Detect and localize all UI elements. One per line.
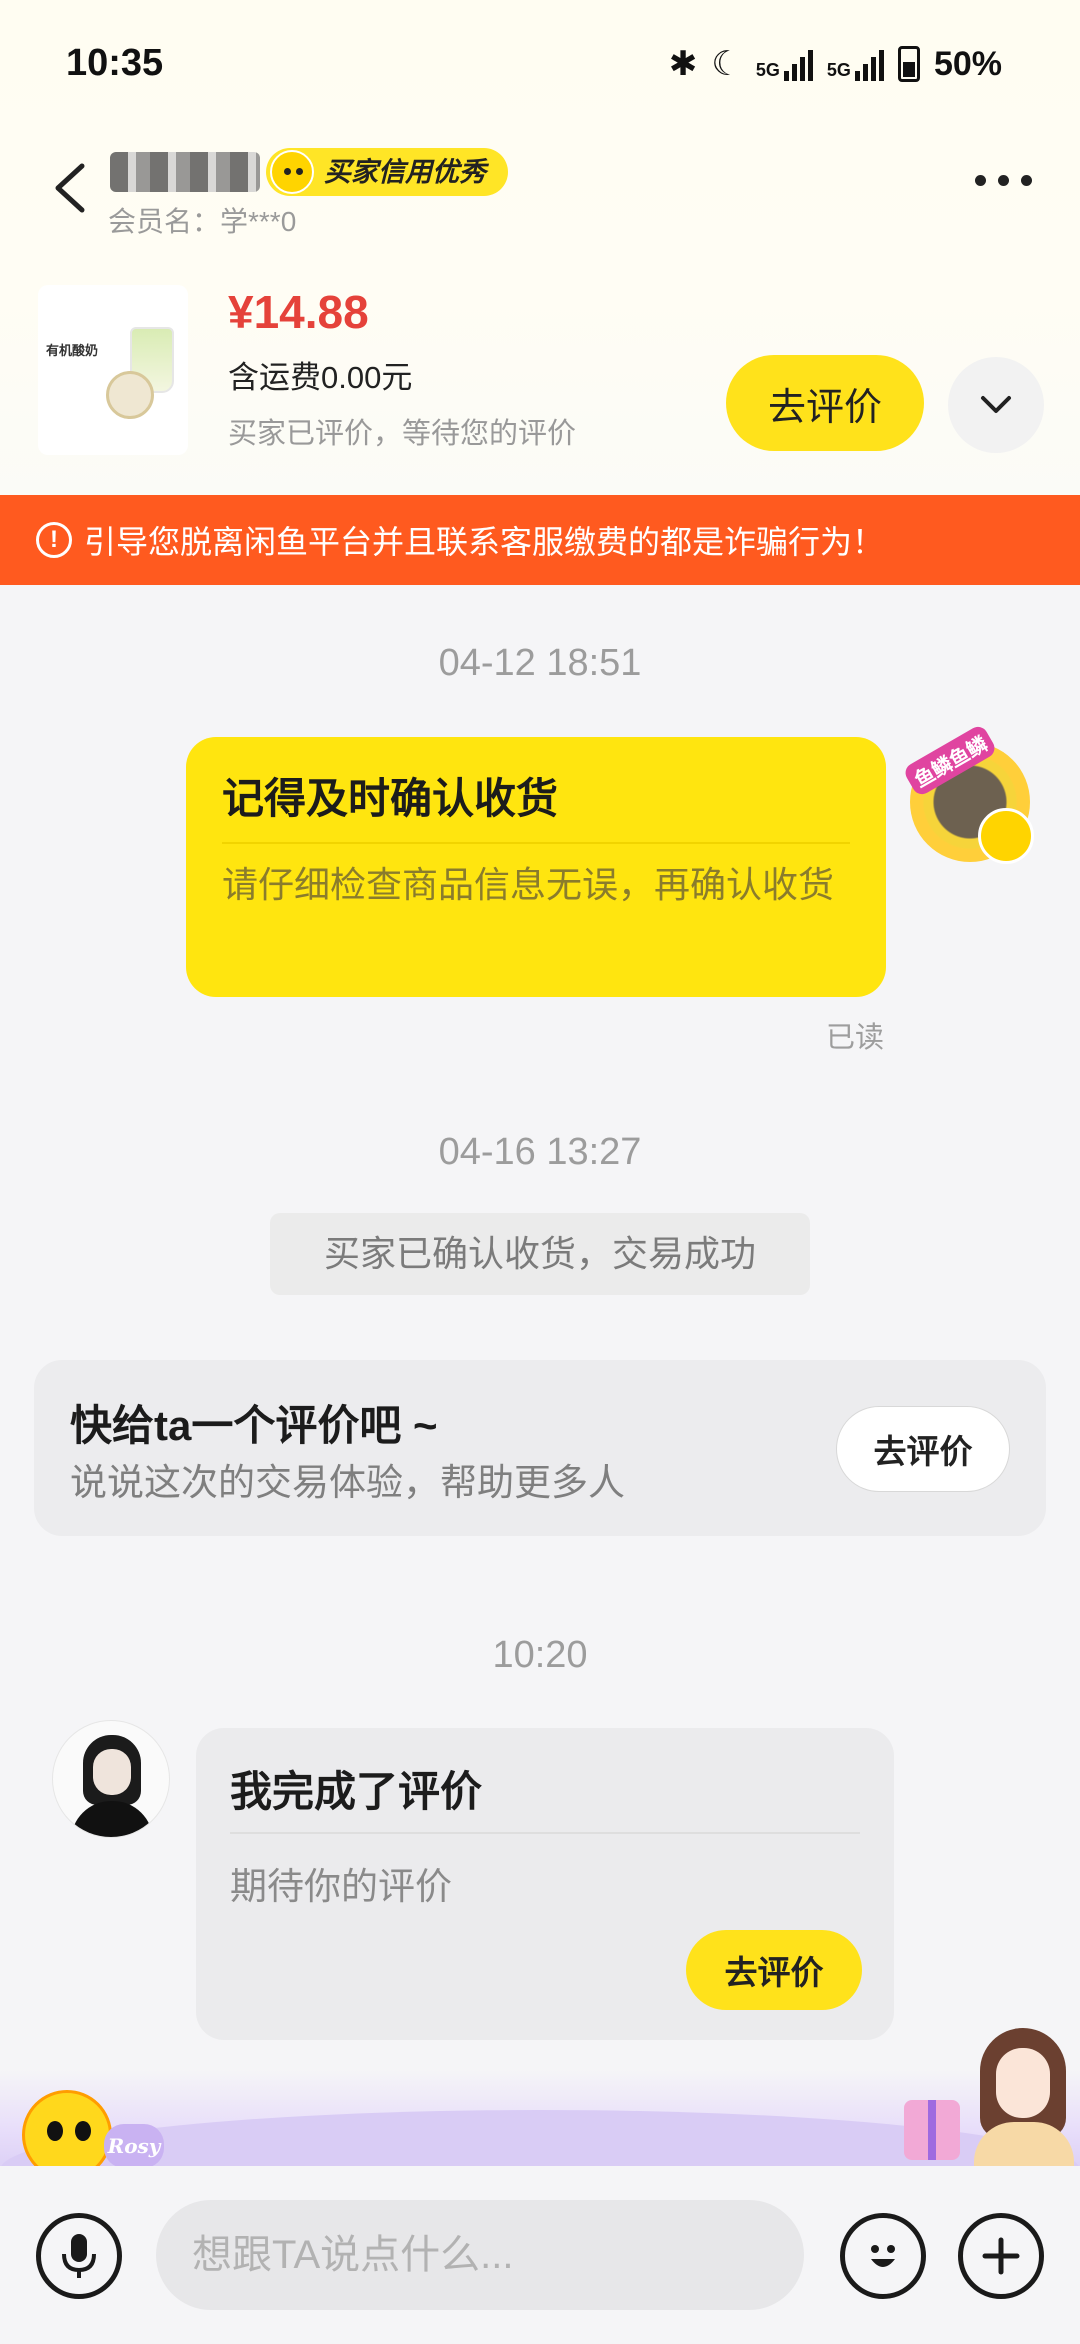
review-done-card[interactable]: 我完成了评价 期待你的评价 去评价 bbox=[196, 1728, 894, 2040]
timestamp: 10:20 bbox=[492, 1634, 588, 1676]
review-done-title: 我完成了评价 bbox=[230, 1768, 483, 1815]
back-arrow-icon[interactable] bbox=[50, 160, 90, 216]
chevron-down-icon bbox=[981, 396, 1011, 413]
review-prompt-subtitle: 说说这次的交易体验，帮助更多人 bbox=[70, 1462, 625, 1503]
gift-icon bbox=[904, 2100, 960, 2160]
review-prompt-card: 快给ta一个评价吧 ~ 说说这次的交易体验，帮助更多人 去评价 bbox=[34, 1360, 1046, 1536]
smiley-icon bbox=[871, 2245, 895, 2267]
my-avatar[interactable]: 鱼鳞鱼鳞 bbox=[901, 723, 1034, 864]
message-input[interactable] bbox=[156, 2200, 804, 2310]
expand-button[interactable] bbox=[948, 357, 1044, 453]
bluetooth-icon: ✱ bbox=[668, 45, 698, 83]
reminder-body: 请仔细检查商品信息无误，再确认收货 bbox=[222, 864, 835, 905]
product-thumbnail-text: 有机酸奶 bbox=[46, 343, 99, 358]
product-price: ¥14.88 bbox=[228, 286, 369, 338]
warning-text: 引导您脱离闲鱼平台并且联系客服缴费的都是诈骗行为！ bbox=[84, 524, 885, 560]
warning-icon: ! bbox=[36, 522, 72, 558]
review-prompt-button[interactable]: 去评价 bbox=[836, 1406, 1010, 1492]
read-receipt: 已读 bbox=[826, 1022, 885, 1054]
do-not-disturb-icon: ☾ bbox=[711, 45, 742, 83]
review-done-body: 期待你的评价 bbox=[230, 1866, 452, 1907]
plus-icon[interactable] bbox=[958, 2213, 1044, 2299]
member-name: 会员名：学***0 bbox=[108, 206, 297, 237]
avatar-frame-tag: 鱼鳞鱼鳞 bbox=[901, 723, 999, 798]
reminder-card[interactable]: 记得及时确认收货 请仔细检查商品信息无误，再确认收货 bbox=[186, 737, 886, 997]
divider bbox=[222, 842, 850, 844]
emoji-icon[interactable] bbox=[840, 2213, 926, 2299]
review-status: 买家已评价，等待您的评价 bbox=[228, 418, 577, 450]
fish-mascot-icon bbox=[270, 150, 314, 194]
signal-5g-icon-2: 5G bbox=[827, 47, 884, 81]
voice-input-icon[interactable] bbox=[36, 2213, 122, 2299]
product-thumbnail[interactable]: 有机酸奶 bbox=[38, 285, 188, 455]
status-icons: ✱ ☾ 5G 5G 50% bbox=[669, 44, 1002, 84]
more-options-icon[interactable] bbox=[975, 175, 1032, 186]
battery-icon bbox=[897, 46, 920, 82]
go-review-button[interactable]: 去评价 bbox=[726, 355, 924, 451]
credit-badge[interactable]: 买家信用优秀 bbox=[266, 148, 508, 196]
buyer-avatar[interactable] bbox=[52, 1720, 170, 1838]
fish-mascot-icon bbox=[978, 808, 1034, 864]
shipping-fee: 含运费0.00元 bbox=[228, 360, 413, 395]
credit-badge-label: 买家信用优秀 bbox=[324, 157, 486, 187]
seller-name-redacted[interactable] bbox=[110, 152, 260, 192]
network-label-2: 5G bbox=[826, 60, 851, 80]
signal-5g-icon: 5G bbox=[756, 47, 813, 81]
divider bbox=[230, 1832, 860, 1834]
timestamp: 04-16 13:27 bbox=[438, 1131, 642, 1173]
timestamp: 04-12 18:51 bbox=[438, 642, 642, 684]
network-label: 5G bbox=[755, 60, 780, 80]
microphone-icon bbox=[62, 2234, 96, 2278]
status-time: 10:35 bbox=[66, 42, 164, 84]
reminder-title: 记得及时确认收货 bbox=[222, 775, 559, 822]
review-prompt-title: 快给ta一个评价吧 ~ bbox=[70, 1402, 438, 1449]
fraud-warning-banner: ! 引导您脱离闲鱼平台并且联系客服缴费的都是诈骗行为！ bbox=[0, 495, 1080, 585]
character-sticker[interactable] bbox=[964, 2026, 1080, 2176]
battery-percent: 50% bbox=[933, 44, 1002, 83]
heart-tag: Rosy bbox=[104, 2124, 164, 2168]
review-done-button[interactable]: 去评价 bbox=[686, 1930, 862, 2010]
add-icon bbox=[982, 2237, 1020, 2275]
system-notice: 买家已确认收货，交易成功 bbox=[270, 1213, 810, 1295]
lid-image bbox=[106, 371, 154, 419]
